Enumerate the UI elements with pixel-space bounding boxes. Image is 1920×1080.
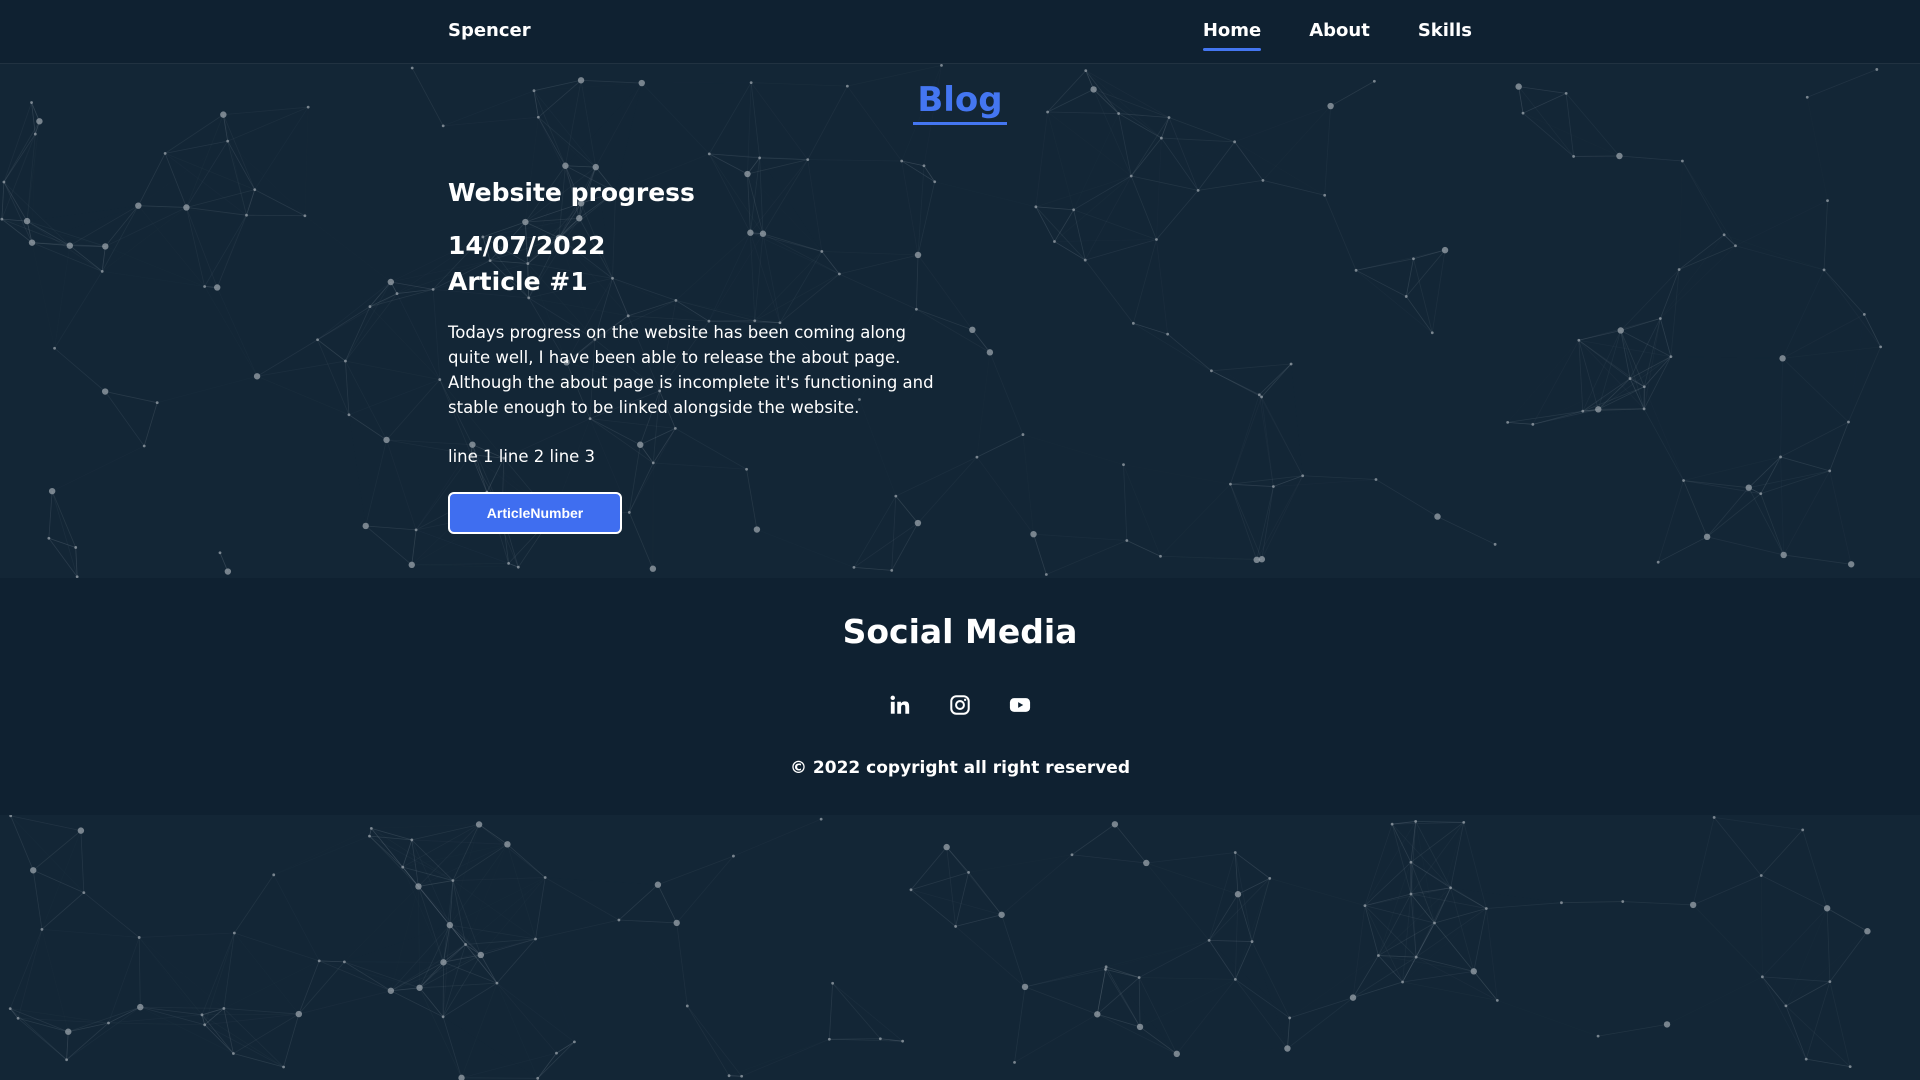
page: Spencer Home About Skills Blog Website p… bbox=[0, 0, 1920, 1080]
social-media-title: Social Media bbox=[842, 612, 1078, 651]
youtube-icon[interactable] bbox=[1009, 694, 1031, 716]
copyright-text: © 2022 copyright all right reserved bbox=[790, 758, 1130, 778]
article-body: Todays progress on the website has been … bbox=[448, 323, 934, 417]
network-background-bottom bbox=[0, 815, 1920, 1080]
blog-section-title: Blog bbox=[0, 80, 1920, 125]
instagram-icon[interactable] bbox=[949, 694, 971, 716]
article-lines: line 1 line 2 line 3 bbox=[448, 447, 596, 466]
article-number-button[interactable]: ArticleNumber bbox=[448, 492, 622, 534]
nav-link-about[interactable]: About bbox=[1309, 20, 1370, 51]
nav-links: Home About Skills bbox=[1202, 20, 1472, 51]
blog-article: Website progress 14/07/2022 Article #1 T… bbox=[448, 176, 953, 534]
nav-link-home[interactable]: Home bbox=[1202, 20, 1262, 51]
network-background-top bbox=[0, 64, 1920, 578]
social-icons bbox=[0, 694, 1920, 716]
article-heading: Website progress bbox=[448, 178, 695, 207]
article-date: 14/07/2022 bbox=[448, 231, 606, 260]
navbar: Spencer Home About Skills bbox=[0, 0, 1920, 64]
brand-logo[interactable]: Spencer bbox=[448, 20, 531, 41]
blog-title: Blog bbox=[913, 80, 1007, 125]
nav-link-skills[interactable]: Skills bbox=[1418, 20, 1472, 51]
linkedin-icon[interactable] bbox=[889, 694, 911, 716]
article-number: Article #1 bbox=[448, 267, 588, 296]
